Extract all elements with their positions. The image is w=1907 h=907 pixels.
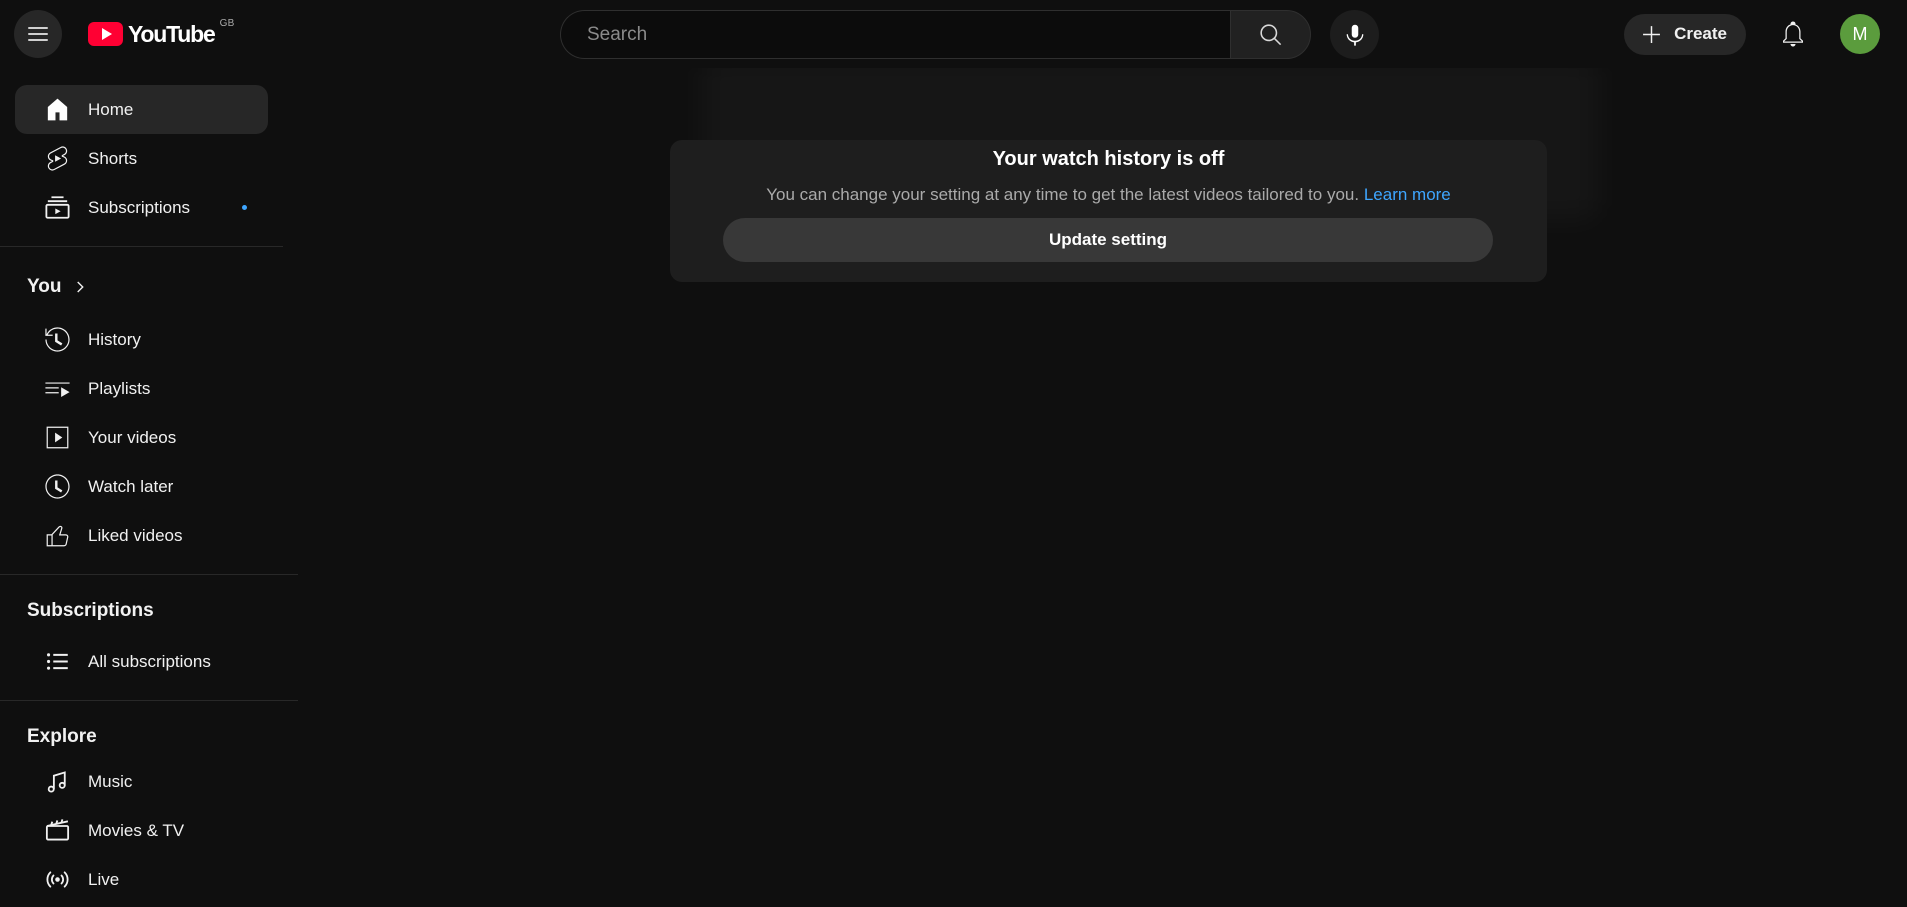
sidebar-item-your-videos[interactable]: Your videos: [15, 413, 268, 462]
topbar-right: Create M: [1624, 0, 1880, 68]
sidebar-divider: [0, 700, 298, 701]
watch-later-icon: [43, 472, 72, 501]
create-label: Create: [1674, 24, 1727, 44]
search-button[interactable]: [1230, 10, 1311, 59]
sidebar-divider: [0, 246, 283, 247]
sidebar-item-watch-later[interactable]: Watch later: [15, 462, 268, 511]
region-badge: GB: [220, 18, 235, 29]
mic-button[interactable]: [1330, 10, 1379, 59]
sidebar-section-you[interactable]: You: [0, 267, 298, 307]
topbar: YouTube GB: [0, 0, 1907, 68]
sidebar-item-shorts[interactable]: Shorts: [15, 134, 268, 183]
hamburger-menu-button[interactable]: [14, 10, 62, 58]
sidebar-item-subscriptions[interactable]: Subscriptions: [15, 183, 268, 232]
your-videos-icon: [43, 423, 72, 452]
update-setting-button[interactable]: Update setting: [723, 218, 1493, 262]
chevron-right-icon: [69, 276, 91, 298]
all-subscriptions-icon: [43, 647, 72, 676]
notification-dot: [242, 205, 247, 210]
menu-icon: [25, 21, 51, 47]
banner-title: Your watch history is off: [670, 148, 1547, 171]
sidebar-item-all-subscriptions[interactable]: All subscriptions: [15, 637, 268, 686]
sidebar-item-music[interactable]: Music: [15, 757, 268, 806]
sidebar-section-explore: Explore: [0, 717, 298, 757]
main-content: Your watch history is off You can change…: [298, 68, 1907, 907]
avatar-initial: M: [1853, 24, 1868, 45]
sidebar-section-subscriptions: Subscriptions: [0, 591, 298, 631]
topbar-center: [560, 10, 1379, 59]
notifications-button[interactable]: [1772, 13, 1814, 55]
liked-videos-icon: [43, 521, 72, 550]
search-input[interactable]: [560, 10, 1230, 59]
live-icon: [43, 865, 72, 894]
create-button[interactable]: Create: [1624, 14, 1746, 55]
history-icon: [43, 325, 72, 354]
sidebar-item-live[interactable]: Live: [15, 855, 268, 904]
playlists-icon: [43, 374, 72, 403]
topbar-left: YouTube GB: [14, 0, 235, 68]
movies-icon: [43, 816, 72, 845]
youtube-logo[interactable]: YouTube GB: [88, 22, 235, 46]
sidebar-item-home[interactable]: Home: [15, 85, 268, 134]
home-icon: [43, 95, 72, 124]
subscriptions-icon: [43, 193, 72, 222]
search-icon: [1257, 21, 1284, 48]
sidebar-item-playlists[interactable]: Playlists: [15, 364, 268, 413]
sidebar-item-liked-videos[interactable]: Liked videos: [15, 511, 268, 560]
plus-icon: [1638, 21, 1665, 48]
banner-description: You can change your setting at any time …: [670, 185, 1547, 205]
sidebar: Home Shorts Subscriptions You History: [0, 68, 298, 907]
learn-more-link[interactable]: Learn more: [1364, 185, 1451, 204]
bell-icon: [1778, 19, 1808, 49]
search-form: [560, 10, 1311, 59]
watch-history-banner: Your watch history is off You can change…: [670, 140, 1547, 282]
sidebar-item-history[interactable]: History: [15, 315, 268, 364]
sidebar-item-movies-tv[interactable]: Movies & TV: [15, 806, 268, 855]
shorts-icon: [43, 144, 72, 173]
avatar[interactable]: M: [1840, 14, 1880, 54]
music-icon: [43, 767, 72, 796]
mic-icon: [1342, 22, 1368, 48]
sidebar-divider: [0, 574, 298, 575]
logo-play-icon: [88, 22, 123, 46]
logo-wordmark: YouTube: [128, 22, 215, 46]
